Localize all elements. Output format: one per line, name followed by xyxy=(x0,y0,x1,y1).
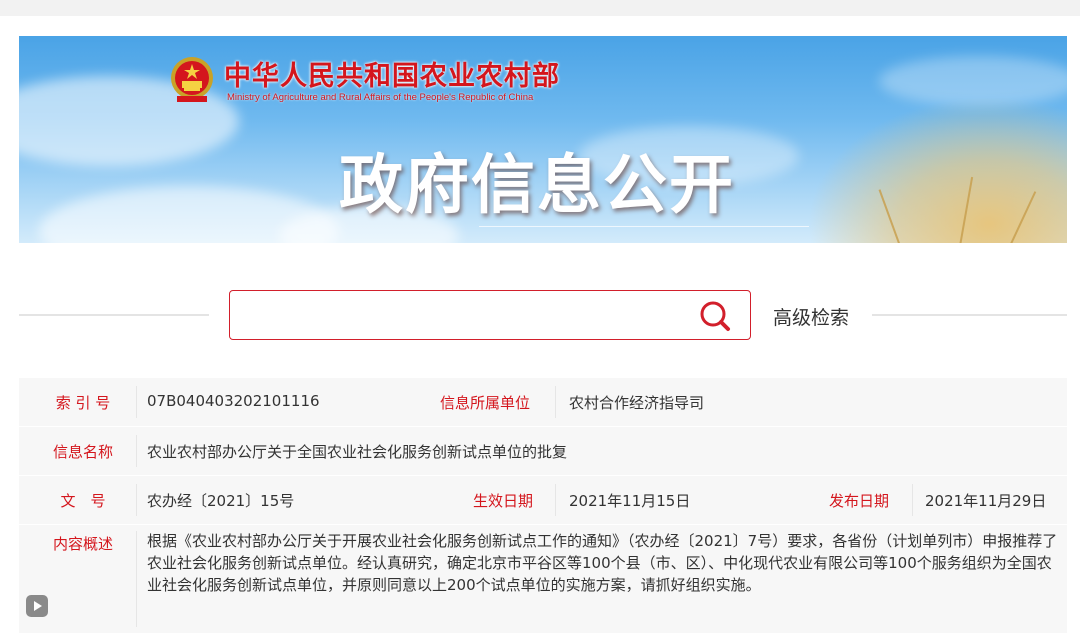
info-table: 索 引 号 07B040403202101116 信息所属单位 农村合作经济指导… xyxy=(19,378,1067,633)
publish-date-value: 2021年11月29日 xyxy=(925,492,1047,510)
advanced-search-link[interactable]: 高级检索 xyxy=(773,303,849,330)
table-row: 文 号 农办经〔2021〕15号 生效日期 2021年11月15日 发布日期 2… xyxy=(19,476,1067,524)
search-box[interactable] xyxy=(229,290,751,340)
unit-value: 农村合作经济指导司 xyxy=(569,394,705,412)
effective-date-label: 生效日期 xyxy=(472,492,533,510)
summary-label: 内容概述 xyxy=(52,535,113,553)
info-name-value: 农业农村部办公厅关于全国农业社会化服务创新试点单位的批复 xyxy=(147,443,568,461)
effective-date-value: 2021年11月15日 xyxy=(569,492,691,510)
doc-number-label: 文 号 xyxy=(60,492,106,510)
search-divider-left xyxy=(19,314,209,316)
ministry-name-cn: 中华人民共和国农业农村部 xyxy=(224,61,560,92)
wheat-decoration xyxy=(807,96,1067,243)
search-divider-right xyxy=(872,314,1067,316)
table-row: 信息名称 农业农村部办公厅关于全国农业社会化服务创新试点单位的批复 xyxy=(19,427,1067,475)
table-row: 索 引 号 07B040403202101116 信息所属单位 农村合作经济指导… xyxy=(19,378,1067,426)
header-banner: 中华人民共和国农业农村部 Ministry of Agriculture and… xyxy=(19,36,1067,243)
search-input[interactable] xyxy=(240,299,684,333)
index-value: 07B040403202101116 xyxy=(147,392,320,410)
doc-number-value: 农办经〔2021〕15号 xyxy=(147,492,295,510)
search-icon[interactable] xyxy=(698,299,734,335)
index-label: 索 引 号 xyxy=(55,394,111,412)
banner-divider xyxy=(479,226,809,227)
summary-value: 根据《农业农村部办公厅关于开展农业社会化服务创新试点工作的通知》（农办经〔202… xyxy=(147,532,1058,594)
ministry-name-en: Ministry of Agriculture and Rural Affair… xyxy=(227,92,534,103)
table-row: 内容概述 根据《农业农村部办公厅关于开展农业社会化服务创新试点工作的通知》（农办… xyxy=(19,525,1067,633)
national-emblem-icon xyxy=(171,57,213,102)
unit-label: 信息所属单位 xyxy=(439,394,530,412)
banner-title: 政府信息公开 xyxy=(339,149,735,223)
publish-date-label: 发布日期 xyxy=(828,492,889,510)
info-name-label: 信息名称 xyxy=(52,443,113,461)
page: 中华人民共和国农业农村部 Ministry of Agriculture and… xyxy=(0,16,1080,633)
play-icon[interactable] xyxy=(26,595,48,617)
